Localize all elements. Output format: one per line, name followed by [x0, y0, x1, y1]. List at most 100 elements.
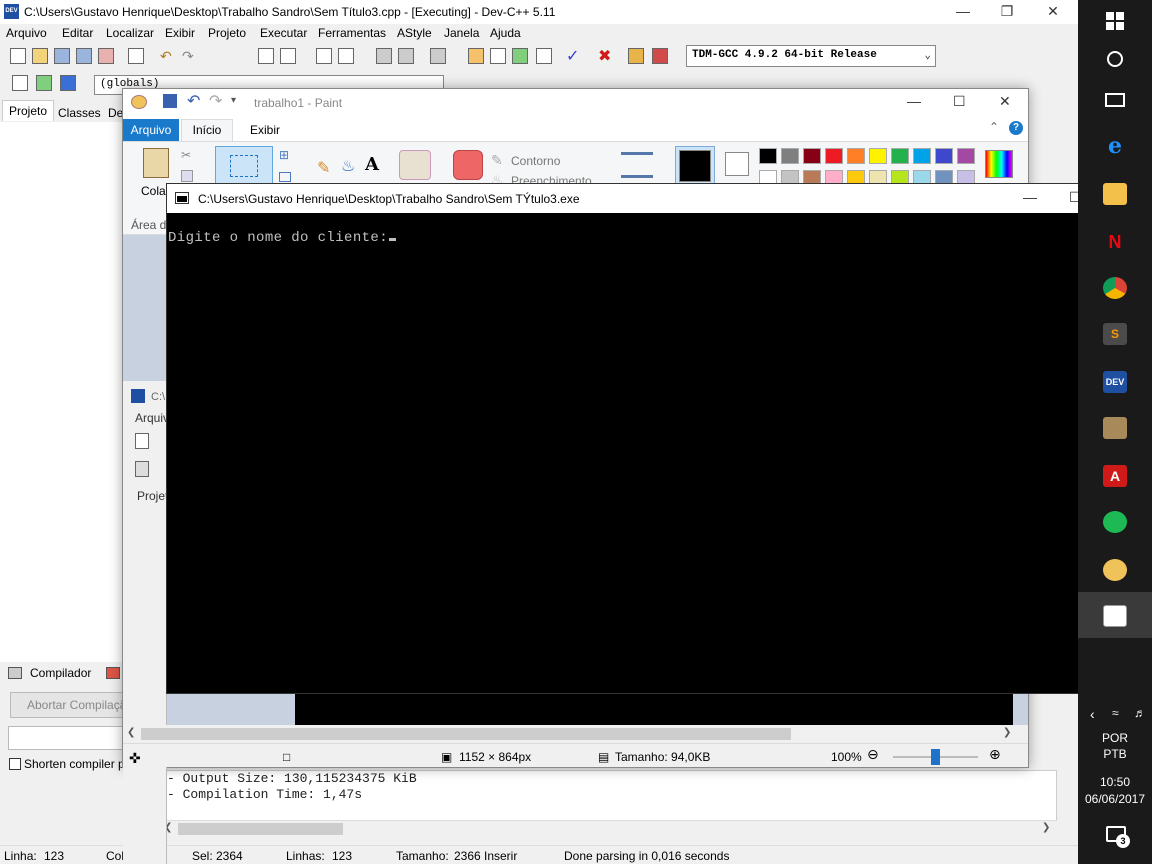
resize-icon[interactable]	[279, 172, 291, 182]
compiler-option-field[interactable]	[8, 726, 125, 750]
quick-redo-icon[interactable]: ↷	[209, 91, 222, 111]
shapes-icon[interactable]	[453, 150, 483, 180]
rebuild-icon[interactable]	[536, 48, 552, 64]
unindent-icon[interactable]	[338, 48, 354, 64]
paint-minimize-button[interactable]: —	[907, 93, 921, 109]
nav-forward-icon[interactable]	[398, 48, 414, 64]
help-icon[interactable]: ?	[1009, 121, 1023, 135]
task-view-button[interactable]	[1078, 78, 1152, 124]
primary-color-button[interactable]	[675, 146, 715, 186]
output-horizontal-scrollbar[interactable]: ❮ ❯	[160, 820, 1057, 837]
quick-access-dropdown-icon[interactable]: ▾	[231, 95, 236, 106]
show-hidden-icons-icon[interactable]: ‹	[1090, 706, 1095, 722]
brushes-icon[interactable]	[399, 150, 431, 180]
volume-icon[interactable]: ♬	[1134, 706, 1146, 720]
minimize-button[interactable]: —	[940, 0, 986, 24]
project-options-icon[interactable]	[60, 75, 76, 91]
replace-icon[interactable]	[280, 48, 296, 64]
bookmark-icon[interactable]	[430, 48, 446, 64]
input-language[interactable]: POR PTB	[1078, 730, 1152, 762]
tab-arquivo[interactable]: Arquivo	[123, 119, 179, 141]
taskbar-devcpp[interactable]: DEV	[1078, 358, 1152, 404]
tab-compilador[interactable]: Compilador	[30, 666, 91, 680]
new-class-icon[interactable]	[12, 75, 28, 91]
quick-undo-icon[interactable]: ↶	[187, 91, 200, 111]
tab-projeto[interactable]: Projeto	[2, 100, 55, 121]
paste-label[interactable]: Cola	[141, 184, 166, 198]
scrollbar-thumb[interactable]	[141, 728, 791, 740]
taskbar-paint[interactable]	[1078, 546, 1152, 592]
shorten-compiler-checkbox[interactable]	[9, 758, 21, 770]
compile-icon[interactable]	[468, 48, 484, 64]
outline-icon[interactable]: ✎	[491, 152, 503, 169]
fill-icon[interactable]: ♨	[341, 156, 355, 176]
taskbar-game[interactable]	[1078, 404, 1152, 450]
zoom-slider-thumb[interactable]	[931, 749, 940, 765]
indent-icon[interactable]	[316, 48, 332, 64]
find-icon[interactable]	[258, 48, 274, 64]
color-swatch[interactable]	[803, 148, 821, 164]
taskbar-acrobat[interactable]: A	[1078, 452, 1152, 498]
paint-horizontal-scrollbar[interactable]: ❮ ❯	[123, 725, 1028, 743]
outline-dropdown[interactable]: Contorno	[511, 154, 560, 168]
save-all-icon[interactable]	[76, 48, 92, 64]
console-output[interactable]: Digite o nome do cliente:	[168, 230, 397, 246]
close-button[interactable]: ✕	[1030, 0, 1076, 24]
cut-icon[interactable]: ✂	[181, 148, 191, 162]
compile-run-icon[interactable]	[512, 48, 528, 64]
goto-icon[interactable]	[36, 75, 52, 91]
profile-icon[interactable]	[628, 48, 644, 64]
quick-save-icon[interactable]	[163, 94, 177, 108]
stroke-size-icon[interactable]	[621, 152, 653, 178]
menu-ferramentas[interactable]: Ferramentas	[318, 26, 386, 40]
collapse-ribbon-icon[interactable]: ⌃	[989, 120, 999, 134]
taskbar-spotify[interactable]	[1078, 498, 1152, 544]
color-swatch[interactable]	[847, 148, 865, 164]
taskbar-console[interactable]	[1078, 592, 1152, 638]
maximize-button[interactable]: ❐	[984, 0, 1030, 24]
resources-tab-icon[interactable]	[106, 667, 120, 679]
run-icon[interactable]	[490, 48, 506, 64]
check-syntax-icon[interactable]: ✓	[566, 46, 579, 66]
color-swatch[interactable]	[957, 148, 975, 164]
pencil-icon[interactable]: ✎	[317, 158, 330, 178]
scroll-right-icon[interactable]: ❯	[1042, 822, 1050, 833]
taskbar-netflix[interactable]: N	[1078, 218, 1152, 264]
secondary-color-swatch[interactable]	[725, 152, 749, 176]
wifi-icon[interactable]: ≈	[1112, 706, 1119, 720]
color-swatch[interactable]	[891, 148, 909, 164]
crop-icon[interactable]: ⊞	[279, 148, 289, 162]
menu-arquivo[interactable]: Arquivo	[6, 26, 47, 40]
nav-back-icon[interactable]	[376, 48, 392, 64]
scroll-right-icon[interactable]: ❯	[1003, 727, 1011, 738]
paint-close-button[interactable]: ✕	[999, 93, 1011, 110]
menu-editar[interactable]: Editar	[62, 26, 93, 40]
abort-compilation-button[interactable]: Abortar Compilação	[10, 692, 125, 718]
menu-exibir[interactable]: Exibir	[165, 26, 195, 40]
console-minimize-button[interactable]: —	[1023, 189, 1037, 205]
paint-maximize-button[interactable]: ☐	[953, 93, 966, 110]
action-center-icon[interactable]: 3	[1106, 826, 1130, 848]
taskbar-chrome[interactable]	[1078, 264, 1152, 310]
open-icon[interactable]	[32, 48, 48, 64]
undo-icon[interactable]: ↶	[160, 48, 172, 65]
select-tool[interactable]	[215, 146, 273, 188]
menu-projeto[interactable]: Projeto	[208, 26, 246, 40]
scrollbar-thumb[interactable]	[178, 823, 343, 835]
menu-localizar[interactable]: Localizar	[106, 26, 154, 40]
tab-inicio[interactable]: Início	[181, 119, 233, 141]
zoom-out-icon[interactable]: ⊖	[867, 746, 879, 763]
color-swatch[interactable]	[913, 148, 931, 164]
taskbar-edge[interactable]: e	[1078, 122, 1152, 168]
tab-classes[interactable]: Classes	[58, 106, 101, 120]
color-swatch[interactable]	[869, 148, 887, 164]
taskbar-sublime[interactable]: S	[1078, 310, 1152, 356]
redo-icon[interactable]: ↷	[182, 48, 194, 65]
stop-execution-icon[interactable]: ✖	[598, 46, 611, 66]
copy-icon[interactable]	[181, 170, 193, 182]
menu-janela[interactable]: Janela	[444, 26, 479, 40]
zoom-in-icon[interactable]: ⊕	[989, 746, 1001, 763]
tab-exibir[interactable]: Exibir	[250, 123, 280, 137]
menu-executar[interactable]: Executar	[260, 26, 307, 40]
color-swatch[interactable]	[759, 148, 777, 164]
